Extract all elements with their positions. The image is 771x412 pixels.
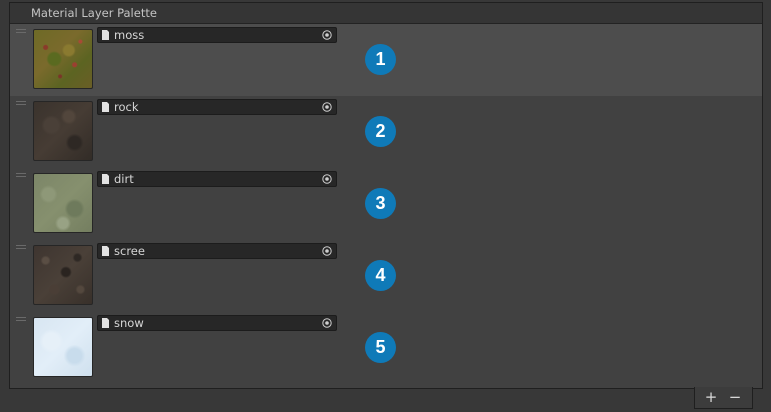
rock-texture-thumbnail	[33, 101, 93, 161]
layer-index-badge: 5	[365, 332, 396, 363]
object-picker-icon[interactable]	[322, 30, 332, 40]
material-name: moss	[114, 28, 145, 42]
layer-row-moss[interactable]: moss 1	[10, 24, 762, 96]
drag-handle-icon[interactable]	[16, 317, 26, 322]
material-layer-palette-panel: Material Layer Palette moss 1 rock 2 dir…	[9, 2, 763, 389]
layer-index-badge: 3	[365, 188, 396, 219]
snow-texture-thumbnail	[33, 317, 93, 377]
panel-title: Material Layer Palette	[31, 6, 157, 20]
drag-handle-icon[interactable]	[16, 101, 26, 106]
object-picker-icon[interactable]	[322, 246, 332, 256]
material-field[interactable]: rock	[97, 99, 337, 115]
layer-row-scree[interactable]: scree 4	[10, 240, 762, 312]
panel-header: Material Layer Palette	[10, 3, 762, 24]
object-picker-icon[interactable]	[322, 174, 332, 184]
file-icon	[102, 30, 109, 40]
object-picker-icon[interactable]	[322, 318, 332, 328]
drag-handle-icon[interactable]	[16, 29, 26, 34]
dirt-texture-thumbnail	[33, 173, 93, 233]
add-layer-button[interactable]: +	[700, 387, 722, 407]
material-field[interactable]: moss	[97, 27, 337, 43]
material-name: rock	[114, 100, 139, 114]
material-field[interactable]: snow	[97, 315, 337, 331]
layer-index-badge: 4	[365, 260, 396, 291]
scree-texture-thumbnail	[33, 245, 93, 305]
file-icon	[102, 102, 109, 112]
file-icon	[102, 246, 109, 256]
material-field[interactable]: dirt	[97, 171, 337, 187]
layer-row-dirt[interactable]: dirt 3	[10, 168, 762, 240]
layer-row-rock[interactable]: rock 2	[10, 96, 762, 168]
layer-index-badge: 1	[365, 44, 396, 75]
remove-layer-button[interactable]: −	[724, 387, 746, 407]
file-icon	[102, 318, 109, 328]
layer-index-badge: 2	[365, 116, 396, 147]
drag-handle-icon[interactable]	[16, 245, 26, 250]
material-name: scree	[114, 244, 145, 258]
file-icon	[102, 174, 109, 184]
object-picker-icon[interactable]	[322, 102, 332, 112]
drag-handle-icon[interactable]	[16, 173, 26, 178]
material-name: dirt	[114, 172, 134, 186]
list-footer: + −	[694, 387, 753, 409]
material-field[interactable]: scree	[97, 243, 337, 259]
moss-texture-thumbnail	[33, 29, 93, 89]
material-name: snow	[114, 316, 144, 330]
layer-row-snow[interactable]: snow 5	[10, 312, 762, 384]
